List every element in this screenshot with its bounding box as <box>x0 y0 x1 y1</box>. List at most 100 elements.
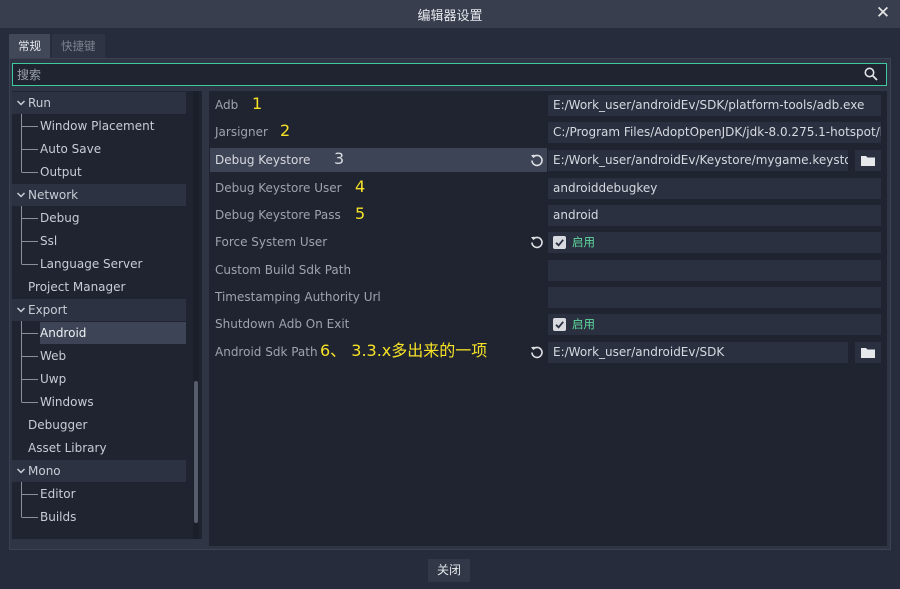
tab-general[interactable]: 常规 <box>9 34 50 58</box>
chevron-down-icon[interactable] <box>16 305 26 315</box>
folder-icon <box>861 156 875 166</box>
property-row-debug-keystore: Debug Keystore 3 E:/Work_user/androidEv/Ke… <box>209 148 887 172</box>
tree-item-label: Builds <box>40 510 77 524</box>
tree-item-windows[interactable]: Windows <box>12 391 186 413</box>
property-label: Debug Keystore 3 <box>210 148 547 172</box>
tree-item-ssl[interactable]: Ssl <box>12 230 186 252</box>
property-label-text: Jarsigner <box>215 125 268 139</box>
property-row-adb: Adb 1 E:/Work_user/androidEv/SDK/platform-… <box>209 93 887 117</box>
property-value-field[interactable]: E:/Work_user/androidEv/SDK/platform-tool… <box>548 95 881 116</box>
property-row-android-sdk-path: Android Sdk Path 6、 3.3.x多出来的一项 E:/Work_us… <box>209 340 887 364</box>
property-label: Debug Keystore Pass 5 <box>210 203 547 227</box>
tree-item-export[interactable]: Export <box>12 299 186 321</box>
tree-item-run[interactable]: Run <box>12 92 186 114</box>
property-row-force-system-user: Force System User 启用 <box>209 230 887 254</box>
tree-item-label: Project Manager <box>28 280 126 294</box>
property-label-text: Debug Keystore <box>215 153 311 167</box>
revert-icon[interactable] <box>530 153 544 167</box>
tree-item-project-manager[interactable]: Project Manager <box>12 276 186 298</box>
tree-item-network[interactable]: Network <box>12 184 186 206</box>
property-row-debug-keystore-pass: Debug Keystore Pass 5 android <box>209 203 887 227</box>
search-icon[interactable] <box>864 67 878 81</box>
tree-item-android[interactable]: Android <box>40 322 186 344</box>
chevron-down-icon[interactable] <box>16 466 26 476</box>
tree-item-language-server[interactable]: Language Server <box>12 253 186 275</box>
tree-item-asset-library[interactable]: Asset Library <box>12 437 186 459</box>
tree-item-label: Auto Save <box>40 142 102 156</box>
tree-item-label: Debug <box>40 211 80 225</box>
tree-item-label: Export <box>28 303 68 317</box>
annotation-note: 6、 3.3.x多出来的一项 <box>320 341 488 360</box>
checkbox-checked-icon[interactable] <box>553 236 566 249</box>
tree-item-web[interactable]: Web <box>12 345 186 367</box>
window-title: 编辑器设置 <box>417 8 483 24</box>
category-tree: Run Window Placement Auto Save Output Networ… <box>12 91 202 539</box>
annotation-note: 1 <box>252 94 263 113</box>
property-row-custom-build-sdk-path: Custom Build Sdk Path <box>209 258 887 282</box>
tree-item-output[interactable]: Output <box>12 161 186 183</box>
property-label: Custom Build Sdk Path <box>210 258 547 282</box>
chevron-down-icon[interactable] <box>16 98 26 108</box>
property-value-field[interactable]: E:/Work_user/androidEv/Keystore/mygame.k… <box>548 150 848 171</box>
tab-bar: 常规 快捷键 <box>9 34 107 58</box>
folder-icon <box>861 348 875 358</box>
tree-item-uwp[interactable]: Uwp <box>12 368 186 390</box>
property-label-text: Adb <box>215 98 239 112</box>
tree-item-window-placement[interactable]: Window Placement <box>12 115 186 137</box>
property-value-field[interactable]: androiddebugkey <box>548 178 881 199</box>
close-icon[interactable]: ✕ <box>874 4 892 22</box>
search-input[interactable] <box>13 64 853 85</box>
property-label-text: Debug Keystore Pass <box>215 208 341 222</box>
property-label-text: Android Sdk Path <box>215 345 318 359</box>
tree-item-debug[interactable]: Debug <box>12 207 186 229</box>
tree-item-label: Window Placement <box>40 119 155 133</box>
property-value-field[interactable] <box>548 287 881 308</box>
revert-icon[interactable] <box>530 235 544 249</box>
annotation-note: 2 <box>280 121 291 140</box>
property-label: Shutdown Adb On Exit <box>210 312 547 336</box>
revert-icon[interactable] <box>530 345 544 359</box>
tree-item-label: Windows <box>40 395 94 409</box>
property-label: Jarsigner 2 <box>210 120 547 144</box>
property-row-timestamping-authority-url: Timestamping Authority Url <box>209 285 887 309</box>
close-button[interactable]: 关闭 <box>428 559 470 582</box>
tree-item-label: Asset Library <box>28 441 107 455</box>
browse-folder-button[interactable] <box>855 342 881 363</box>
tree-item-editor[interactable]: Editor <box>12 483 186 505</box>
tree-item-label: Run <box>28 96 52 110</box>
tree-item-debugger[interactable]: Debugger <box>12 414 186 436</box>
property-checkbox[interactable]: 启用 <box>548 314 881 335</box>
property-row-jarsigner: Jarsigner 2 C:/Program Files/AdoptOpenJDK/… <box>209 120 887 144</box>
checkbox-label: 启用 <box>572 235 595 249</box>
tab-shortcuts[interactable]: 快捷键 <box>52 34 105 58</box>
tree-item-label: Android <box>40 326 87 340</box>
tree-item-builds[interactable]: Builds <box>12 506 186 528</box>
property-inspector: Adb 1 E:/Work_user/androidEv/SDK/platform-… <box>209 91 887 546</box>
property-value-field[interactable]: C:/Program Files/AdoptOpenJDK/jdk-8.0.27… <box>548 122 881 143</box>
property-label: Android Sdk Path 6、 3.3.x多出来的一项 <box>210 340 547 364</box>
property-label-text: Debug Keystore User <box>215 181 342 195</box>
tree-item-label: Output <box>40 165 82 179</box>
property-label-text: Timestamping Authority Url <box>215 290 381 304</box>
tree-item-auto-save[interactable]: Auto Save <box>12 138 186 160</box>
property-label: Debug Keystore User 4 <box>210 176 547 200</box>
checkbox-checked-icon[interactable] <box>553 318 566 331</box>
chevron-down-icon[interactable] <box>16 190 26 200</box>
tree-item-label: Uwp <box>40 372 67 386</box>
browse-folder-button[interactable] <box>855 150 881 171</box>
tree-item-label: Ssl <box>40 234 58 248</box>
property-label: Adb 1 <box>210 93 547 117</box>
property-row-shutdown-adb-on-exit: Shutdown Adb On Exit 启用 <box>209 312 887 336</box>
property-label-text: Custom Build Sdk Path <box>215 263 352 277</box>
property-value-field[interactable]: E:/Work_user/androidEv/SDK <box>548 342 848 363</box>
annotation-note: 5 <box>355 204 366 223</box>
annotation-note: 3 <box>334 149 345 168</box>
tree-item-mono[interactable]: Mono <box>12 460 186 482</box>
property-checkbox[interactable]: 启用 <box>548 232 881 253</box>
property-value-field[interactable]: android <box>548 205 881 226</box>
tree-item-label: Editor <box>40 487 76 501</box>
tree-item-label: Debugger <box>28 418 88 432</box>
property-value-field[interactable] <box>548 260 881 281</box>
tree-scrollbar-thumb[interactable] <box>194 381 198 523</box>
property-label: Timestamping Authority Url <box>210 285 547 309</box>
